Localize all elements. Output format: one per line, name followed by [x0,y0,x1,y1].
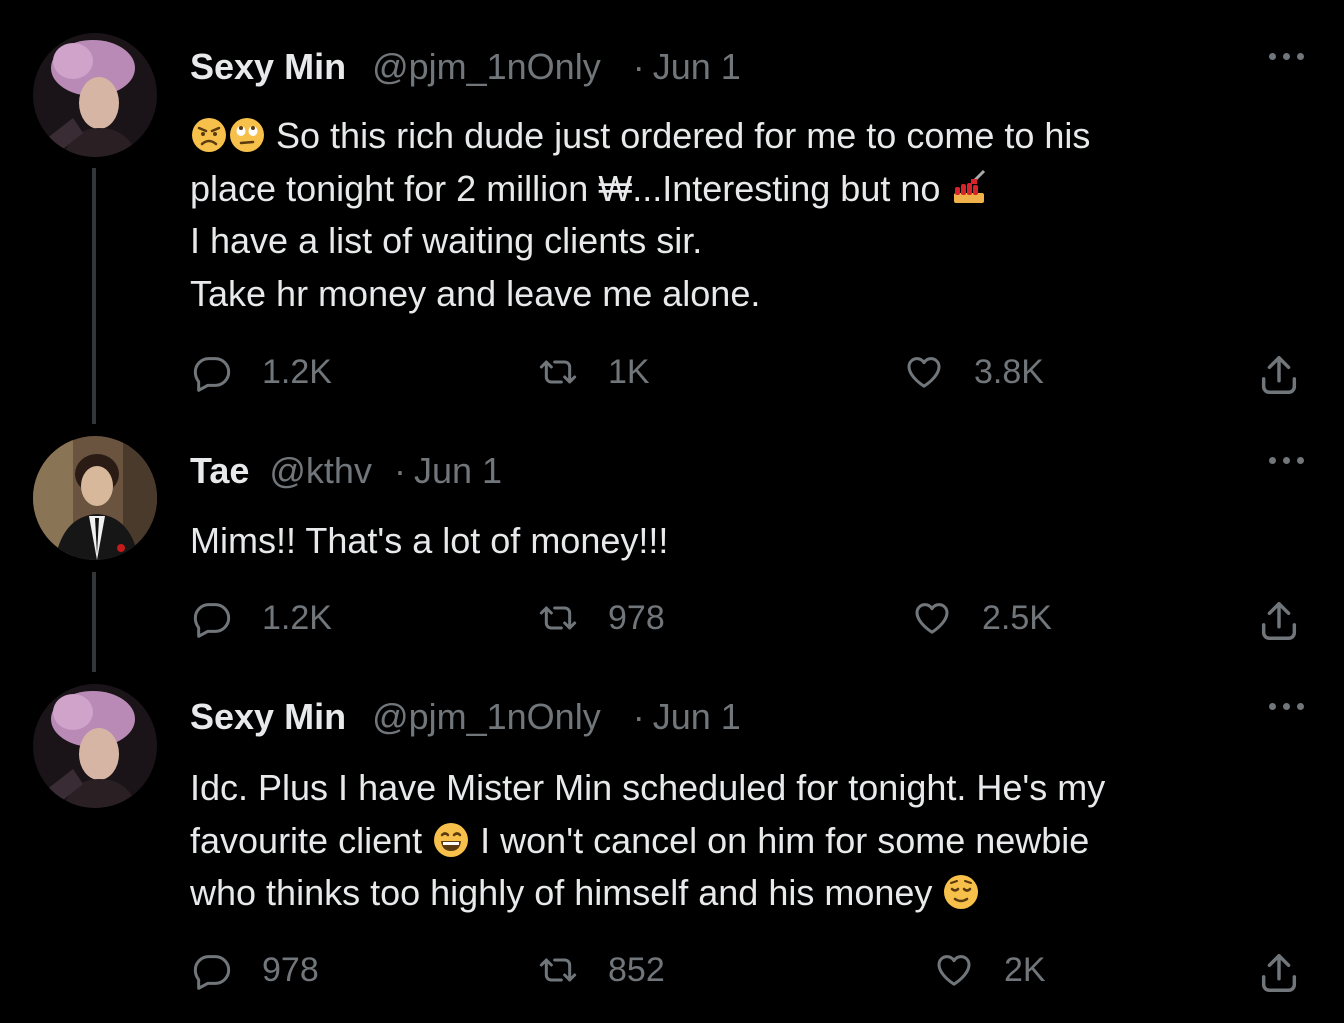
relieved-face-emoji [944,875,979,909]
tweet-text-line: favourite client [190,819,423,861]
more-icon-dot [1282,456,1290,464]
tweet-date[interactable]: Jun 1 [653,696,741,737]
retweet-icon [539,958,577,982]
more-options-button[interactable] [1264,696,1308,716]
tweet-date[interactable]: Jun 1 [653,46,741,87]
like-count: 2.5K [982,598,1052,637]
share-icon [1261,356,1297,394]
tweet-text: So this rich dude just ordered for me to… [190,110,1310,320]
tweet-text-line: I won't cancel on him for some newbie [480,819,1090,861]
retweet-button[interactable]: 1K [538,352,650,392]
reply-count: 1.2K [262,598,332,637]
tweet-text-line: Take hr money and leave me alone. [190,272,761,314]
retweet-count: 1K [608,352,650,391]
share-button[interactable] [1256,950,1302,996]
more-icon-dot [1296,456,1304,464]
more-options-button[interactable] [1264,450,1308,470]
share-button[interactable] [1256,598,1302,644]
avatar[interactable] [33,33,157,157]
tweet-text-line: Idc. Plus I have Mister Min scheduled fo… [190,767,1106,808]
angry-face-emoji [192,118,226,152]
tweet-header: Sexy Min @pjm_1nOnly · Jun 1 [190,696,741,738]
tweet-date[interactable]: Jun 1 [414,450,502,491]
user-handle[interactable]: @kthv [269,450,372,491]
separator-dot: · [632,46,645,87]
retweet-count: 852 [608,950,665,989]
separator-dot: · [632,696,645,737]
avatar[interactable] [33,684,157,808]
heart-icon [907,357,941,388]
heart-icon [937,955,971,986]
more-icon-dot [1296,52,1304,60]
tweet-text: Mims!! That's a lot of money!!! [190,515,1310,568]
retweet-icon [539,606,577,630]
face-with-rolling-eyes-emoji [230,118,264,152]
like-button[interactable]: 2K [934,950,1046,990]
more-icon-dot [1268,52,1276,60]
display-name[interactable]: Sexy Min [190,46,346,87]
separator-dot: · [393,450,406,491]
display-name[interactable]: Sexy Min [190,696,346,737]
reply-count: 1.2K [262,352,332,391]
tweet-text-line: place tonight for 2 million ₩...Interest… [190,167,941,209]
nail-polish-emoji [954,169,986,203]
user-handle[interactable]: @pjm_1nOnly [372,696,601,737]
more-icon-dot [1268,702,1276,710]
reply-icon [193,357,231,392]
like-button[interactable]: 2.5K [912,598,1052,638]
tweet-header: Tae @kthv · Jun 1 [190,450,502,492]
avatar[interactable] [33,436,157,560]
user-handle[interactable]: @pjm_1nOnly [372,46,601,87]
tweet-text: Idc. Plus I have Mister Min scheduled fo… [190,762,1310,920]
retweet-button[interactable]: 852 [538,950,665,990]
retweet-button[interactable]: 978 [538,598,665,638]
more-icon-dot [1282,52,1290,60]
tweet-actions: 1.2K 1K 3.8K [0,352,1344,396]
reply-icon [193,955,231,990]
retweet-icon [539,360,577,384]
like-button[interactable]: 3.8K [904,352,1044,392]
more-icon-dot [1296,702,1304,710]
reply-button[interactable]: 1.2K [192,598,332,638]
reply-button[interactable]: 978 [192,950,319,990]
reply-button[interactable]: 1.2K [192,352,332,392]
more-icon-dot [1268,456,1276,464]
tweet-text-line: Mims!! That's a lot of money!!! [190,520,669,561]
like-count: 3.8K [974,352,1044,391]
display-name[interactable]: Tae [190,450,249,491]
share-icon [1261,602,1297,640]
heart-icon [915,603,949,634]
share-icon [1261,954,1297,992]
more-options-button[interactable] [1264,46,1308,66]
retweet-count: 978 [608,598,665,637]
like-count: 2K [1004,950,1046,989]
grinning-face-emoji [434,822,469,857]
reply-icon [193,603,231,638]
share-button[interactable] [1256,352,1302,398]
reply-count: 978 [262,950,319,989]
tweet-actions: 1.2K 978 2.5K [0,598,1344,642]
tweet-text-line: who thinks too highly of himself and his… [190,872,933,913]
tweet-text-line: So this rich dude just ordered for me to… [276,115,1091,156]
more-icon-dot [1282,702,1290,710]
tweet-actions: 978 852 2K [0,950,1344,994]
tweet-text-line: I have a list of waiting clients sir. [190,220,703,261]
tweet-header: Sexy Min @pjm_1nOnly · Jun 1 [190,46,741,88]
